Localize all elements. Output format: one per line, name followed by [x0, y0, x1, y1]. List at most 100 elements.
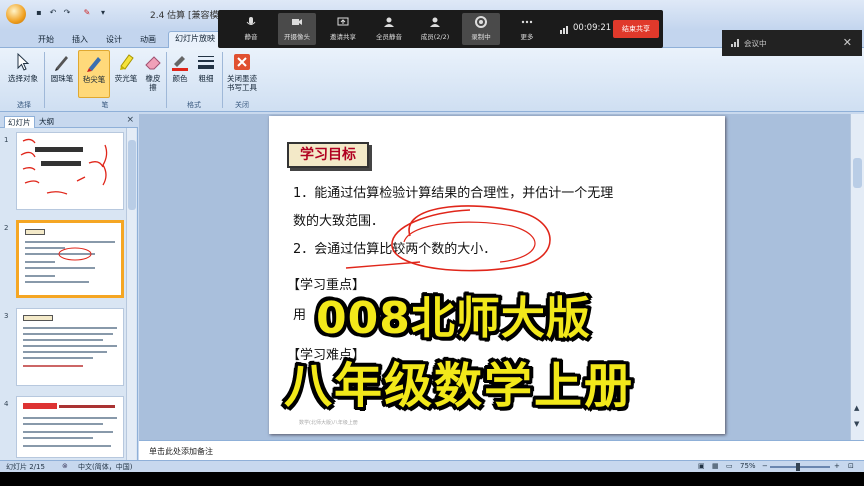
- slideshow-view-icon[interactable]: ▭: [726, 462, 733, 470]
- close-icon[interactable]: ✕: [843, 36, 852, 49]
- cursor-icon: [17, 52, 30, 71]
- members-label: 成员(2/2): [420, 33, 450, 41]
- zoom-slider-knob[interactable]: [796, 463, 800, 471]
- slide-footer: 数学(北师大版)八年级上册: [299, 420, 358, 426]
- highlighter-icon: [120, 54, 134, 70]
- pen-quick-icon[interactable]: ✎: [82, 8, 92, 18]
- notes-pane[interactable]: 单击此处添加备注: [139, 440, 864, 460]
- video-bottom-border: [0, 472, 864, 486]
- undo-icon[interactable]: ↶: [48, 8, 58, 18]
- slide-thumbnail-4[interactable]: [16, 396, 124, 458]
- camera-button[interactable]: 开摄像头: [278, 13, 316, 45]
- close-ink-tools-label: 关闭墨迹书写工具: [227, 74, 257, 92]
- group-label-select: 选择: [17, 101, 31, 109]
- highlighter-button[interactable]: 荧光笔: [110, 50, 142, 98]
- meeting-timer: 00:09:21: [573, 23, 612, 33]
- record-label: 录制中: [471, 33, 491, 41]
- zoom-out-icon[interactable]: −: [762, 462, 768, 470]
- zoom-in-icon[interactable]: +: [834, 462, 840, 470]
- felt-pen-button[interactable]: 毡尖笔: [78, 50, 110, 98]
- slide-thumbnail-1[interactable]: [16, 132, 124, 210]
- eraser-icon: [145, 56, 161, 70]
- close-ink-tools-button[interactable]: 关闭墨迹书写工具: [224, 50, 260, 98]
- invite-share-button[interactable]: 邀请共享: [324, 13, 362, 45]
- timer-signal-icon: [560, 26, 568, 34]
- end-share-button[interactable]: 结束共享: [613, 20, 659, 38]
- overlay-caption-line-1: 008北师大版: [316, 293, 591, 344]
- group-label-close: 关闭: [235, 101, 249, 109]
- more-label: 更多: [520, 33, 534, 41]
- mute-label: 静音: [244, 33, 258, 41]
- fit-window-icon[interactable]: ⊡: [848, 462, 854, 470]
- camera-label: 开摄像头: [284, 33, 310, 41]
- save-icon[interactable]: ▪: [34, 8, 44, 18]
- scrollbar-thumb[interactable]: [128, 140, 136, 210]
- felt-pen-label: 毡尖笔: [82, 75, 106, 84]
- ballpoint-pen-button[interactable]: 圆珠笔: [46, 50, 78, 98]
- tab-design[interactable]: 设计: [100, 33, 128, 46]
- meeting-status-panel: 会议中 ✕: [722, 30, 862, 56]
- ribbon: 选择对象 圆珠笔 毡尖笔 荧光笔 橡皮擦 颜色 粗细 关闭墨迹书写工具 选择 笔…: [0, 48, 864, 112]
- mute-all-label: 全员静音: [376, 33, 402, 41]
- record-icon: [475, 16, 487, 28]
- handwriting-annotation: [20, 138, 108, 195]
- meeting-toolbar: 静音 开摄像头 邀请共享 全员静音 成员(2/2) 录制中 更多 00:09:2…: [218, 10, 663, 48]
- tab-slides[interactable]: 幻灯片: [4, 116, 35, 128]
- more-icon: [521, 20, 533, 24]
- ballpoint-pen-label: 圆珠笔: [50, 74, 74, 83]
- theme-icon: ⊗: [62, 462, 68, 470]
- ink-weight-label: 粗细: [198, 74, 214, 83]
- previous-slide-icon[interactable]: ▲: [854, 404, 859, 412]
- slides-panel-scrollbar[interactable]: [126, 128, 136, 460]
- members-icon: [430, 17, 440, 27]
- signal-icon: [731, 39, 739, 47]
- group-label-pens: 笔: [101, 101, 109, 109]
- record-button[interactable]: 录制中: [462, 13, 500, 45]
- quick-access-more-icon[interactable]: ▾: [98, 8, 108, 18]
- mute-all-icon: [384, 17, 394, 27]
- tab-slideshow[interactable]: 幻灯片放映: [168, 31, 222, 48]
- zoom-level[interactable]: 75%: [740, 462, 756, 470]
- mute-button[interactable]: 静音: [232, 13, 270, 45]
- more-button[interactable]: 更多: [508, 13, 546, 45]
- focus-text: 用: [293, 308, 307, 323]
- meeting-status-label: 会议中: [744, 39, 767, 48]
- language-status[interactable]: 中文(简体，中国): [78, 462, 132, 472]
- tab-outline[interactable]: 大纲: [36, 116, 57, 127]
- eraser-button[interactable]: 橡皮擦: [142, 50, 164, 98]
- mute-all-button[interactable]: 全员静音: [370, 13, 408, 45]
- redo-icon[interactable]: ↷: [62, 8, 72, 18]
- overlay-caption-line-2: 八年级数学上册: [284, 358, 635, 414]
- panel-close-icon[interactable]: ×: [126, 115, 134, 125]
- slide-thumbnail-3[interactable]: [16, 308, 124, 386]
- notes-placeholder: 单击此处添加备注: [149, 447, 213, 456]
- mic-icon: [246, 17, 256, 25]
- camera-icon: [292, 19, 302, 25]
- slide-number: 3: [4, 312, 9, 320]
- ink-color-button[interactable]: 颜色: [168, 50, 192, 98]
- tab-insert[interactable]: 插入: [66, 33, 94, 46]
- scrollbar-thumb[interactable]: [853, 158, 862, 188]
- next-slide-icon[interactable]: ▼: [854, 420, 859, 428]
- group-label-format: 格式: [187, 101, 201, 109]
- zoom-slider[interactable]: [770, 466, 830, 468]
- tab-home[interactable]: 开始: [32, 33, 60, 46]
- slide-thumbnail-2[interactable]: [16, 220, 124, 298]
- normal-view-icon[interactable]: ▣: [698, 462, 705, 470]
- ink-weight-button[interactable]: 粗细: [194, 50, 218, 98]
- members-button[interactable]: 成员(2/2): [416, 13, 454, 45]
- tab-animation[interactable]: 动画: [134, 33, 162, 46]
- group-separator: [222, 52, 223, 108]
- select-objects-button[interactable]: 选择对象: [6, 50, 40, 98]
- ballpoint-pen-icon: [55, 56, 68, 71]
- line-weight-icon: [198, 56, 214, 69]
- main-scrollbar[interactable]: ▲ ▼: [850, 114, 864, 440]
- ink-color-label: 颜色: [172, 74, 188, 83]
- slide-sorter-icon[interactable]: ▦: [712, 462, 719, 470]
- slide-heading: 学习目标: [287, 142, 369, 168]
- felt-pen-icon: [87, 57, 101, 72]
- objective-line-2: 数的大致范围．: [293, 214, 385, 229]
- office-button[interactable]: [6, 4, 26, 24]
- objective-line-3: 2．会通过估算比较两个数的大小．: [293, 242, 497, 257]
- status-bar: 幻灯片 2/15 ⊗ 中文(简体，中国) ▣ ▦ ▭ 75% − + ⊡: [0, 460, 864, 472]
